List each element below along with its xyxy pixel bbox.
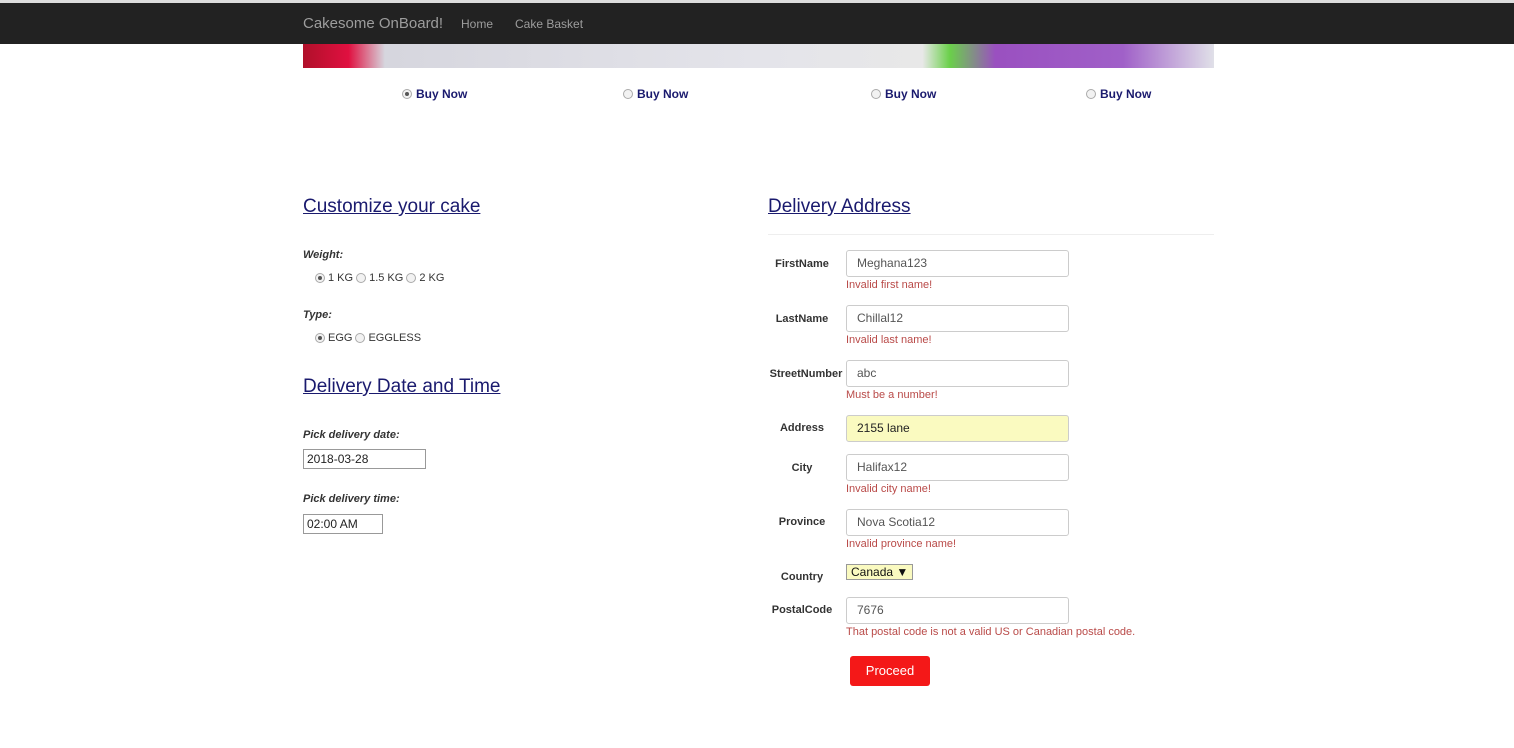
streetnumber-label: StreetNumber (769, 368, 843, 380)
type-options: EGG EGGLESS (315, 332, 421, 344)
weight-2kg-radio[interactable] (406, 273, 417, 283)
country-value: Canada (851, 565, 894, 579)
customize-heading: Customize your cake (303, 196, 481, 217)
city-label: City (791, 462, 813, 474)
lastname-error: Invalid last name! (846, 334, 932, 346)
type-option-label: EGG (328, 332, 353, 344)
streetnumber-error: Must be a number! (846, 389, 938, 401)
type-eggless-radio[interactable] (355, 333, 366, 343)
delivery-time-input[interactable]: 02:00 AM (303, 514, 383, 534)
dropdown-arrow-icon: ▼ (896, 565, 909, 579)
weight-options: 1 KG 1.5 KG 2 KG (315, 272, 444, 284)
weight-option-label: 2 KG (419, 272, 445, 284)
buy-now-option-2[interactable]: Buy Now (623, 87, 688, 101)
radio-icon[interactable] (871, 89, 881, 99)
buy-now-label: Buy Now (1100, 87, 1152, 101)
buy-now-option-1[interactable]: Buy Now (402, 87, 467, 101)
brand-link[interactable]: Cakesome OnBoard! (303, 15, 443, 32)
divider (768, 234, 1214, 235)
firstname-input[interactable]: Meghana123 (846, 250, 1069, 277)
date-label: Pick delivery date: (303, 429, 400, 441)
buy-now-option-3[interactable]: Buy Now (871, 87, 936, 101)
type-egg-radio[interactable] (315, 333, 325, 343)
country-label: Country (780, 571, 824, 583)
time-label: Pick delivery time: (303, 493, 400, 505)
navbar: Cakesome OnBoard! Home Cake Basket (0, 3, 1514, 44)
weight-option-label: 1.5 KG (369, 272, 404, 284)
postalcode-input[interactable]: 7676 (846, 597, 1069, 624)
buy-now-label: Buy Now (885, 87, 937, 101)
cake-banner-image (303, 44, 1214, 68)
delivery-address-heading: Delivery Address (768, 196, 911, 217)
postalcode-label: PostalCode (771, 604, 833, 616)
postalcode-error: That postal code is not a valid US or Ca… (846, 626, 1136, 638)
delivery-date-heading: Delivery Date and Time (303, 376, 501, 397)
nav-cake-basket[interactable]: Cake Basket (515, 17, 583, 31)
lastname-label: LastName (775, 313, 829, 325)
nav-home[interactable]: Home (461, 17, 493, 31)
radio-icon[interactable] (623, 89, 633, 99)
streetnumber-input[interactable]: abc (846, 360, 1069, 387)
radio-icon[interactable] (1086, 89, 1096, 99)
delivery-date-input[interactable]: 2018-03-28 (303, 449, 426, 469)
province-error: Invalid province name! (846, 538, 957, 550)
lastname-input[interactable]: Chillal12 (846, 305, 1069, 332)
firstname-label: FirstName (775, 258, 829, 270)
weight-label: Weight: (303, 249, 344, 261)
type-label: Type: (303, 309, 332, 321)
address-label: Address (779, 422, 825, 434)
province-label: Province (778, 516, 826, 528)
radio-icon[interactable] (402, 89, 412, 99)
firstname-error: Invalid first name! (846, 279, 933, 291)
buy-now-option-4[interactable]: Buy Now (1086, 87, 1151, 101)
weight-1kg-radio[interactable] (315, 273, 325, 283)
type-option-label: EGGLESS (368, 332, 422, 344)
weight-1-5kg-radio[interactable] (356, 273, 367, 283)
buy-now-label: Buy Now (637, 87, 689, 101)
address-input[interactable]: 2155 lane (846, 415, 1069, 442)
proceed-button[interactable]: Proceed (850, 656, 930, 686)
weight-option-label: 1 KG (328, 272, 354, 284)
city-input[interactable]: Halifax12 (846, 454, 1069, 481)
city-error: Invalid city name! (846, 483, 931, 495)
buy-now-label: Buy Now (416, 87, 468, 101)
province-input[interactable]: Nova Scotia12 (846, 509, 1069, 536)
country-select[interactable]: Canada ▼ (846, 564, 914, 580)
